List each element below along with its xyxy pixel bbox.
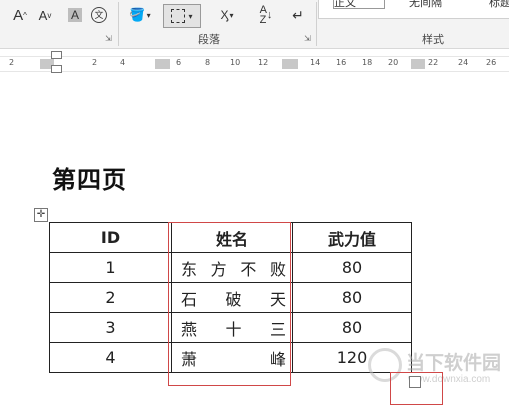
style-heading-label: 标题 [489, 0, 509, 9]
data-table[interactable]: ID 姓名 武力值 1 东 方 不 败 80 2 石 破 天 80 3 燕 十 … [49, 222, 412, 373]
show-marks-button[interactable]: ↵ [289, 4, 307, 26]
table-resize-handle-icon[interactable] [409, 376, 421, 388]
paragraph-group-label: 段落 [198, 33, 220, 46]
ruler-number: 8 [205, 58, 211, 67]
character-shading-icon: A [67, 8, 82, 22]
sort-button[interactable]: A Z ↓ [256, 4, 276, 26]
table-row: 2 石 破 天 80 [49, 282, 412, 313]
paragraph-dialog-launcher-icon[interactable]: ⇲ [304, 35, 312, 43]
ribbon-separator [316, 2, 317, 46]
table-row: 3 燕 十 三 80 [49, 312, 412, 343]
ruler-number: 2 [9, 58, 15, 67]
ruler-number: 20 [388, 58, 399, 67]
style-normal[interactable]: 正文 [333, 0, 385, 9]
name-char: 东 [181, 259, 198, 279]
cell-name[interactable]: 萧 峰 [171, 342, 293, 373]
watermark-text: 当下软件园 [406, 352, 502, 374]
ruler-number: 10 [230, 58, 241, 67]
ruler-number: 22 [428, 58, 439, 67]
first-line-indent-marker[interactable] [51, 51, 62, 59]
style-no-spacing-label: 无间隔 [409, 0, 442, 9]
page-heading[interactable]: 第四页 [52, 160, 127, 195]
text-direction-icon: Ӽ [220, 8, 229, 22]
ribbon: A ^ Av A 文 🪣 ▾ ▾ Ӽ ▾ A Z ↓ ↵ 段落 ⇲ ⇲ 正文 无间隔 标题… [0, 0, 509, 49]
ruler-number: 14 [310, 58, 321, 67]
shrink-font-icon: A [38, 7, 48, 23]
name-char: 萧 [181, 349, 198, 369]
ruler-number: 4 [120, 58, 126, 67]
style-normal-label: 正文 [334, 0, 356, 9]
cell-power[interactable]: 80 [292, 282, 412, 313]
cell-power[interactable]: 80 [292, 312, 412, 343]
style-heading[interactable]: 标题 [489, 0, 509, 12]
cell-name[interactable]: 东 方 不 败 [171, 252, 293, 283]
sort-az-icon: AZ [259, 4, 267, 26]
grow-font-button[interactable]: A ^ [10, 4, 30, 26]
name-char: 不 [240, 259, 257, 279]
cell-id[interactable]: 3 [49, 312, 172, 343]
table-header-row: ID 姓名 武力值 [49, 222, 412, 253]
styles-group-label: 样式 [422, 33, 444, 46]
cell-id[interactable]: 1 [49, 252, 172, 283]
text-direction-button[interactable]: Ӽ ▾ [213, 4, 241, 26]
cell-id[interactable]: 4 [49, 342, 172, 373]
name-char: 峰 [269, 349, 286, 369]
ruler-number: 26 [486, 58, 497, 67]
grow-font-icon: A [13, 6, 24, 24]
ruler-number: 6 [176, 58, 182, 67]
table-row: 4 萧 峰 120 [49, 342, 412, 373]
ruler-column-marker[interactable] [282, 59, 298, 69]
header-id[interactable]: ID [49, 222, 172, 253]
style-no-spacing[interactable]: 无间隔 [409, 0, 469, 12]
header-name[interactable]: 姓名 [171, 222, 293, 253]
name-char: 败 [269, 259, 286, 279]
shrink-font-button[interactable]: Av [36, 4, 54, 26]
name-char: 方 [210, 259, 227, 279]
header-power[interactable]: 武力值 [292, 222, 412, 253]
cell-power[interactable]: 80 [292, 252, 412, 283]
cell-name[interactable]: 燕 十 三 [171, 312, 293, 343]
name-char: 破 [225, 289, 242, 309]
name-char: 天 [269, 289, 286, 309]
horizontal-ruler[interactable]: 2 2 4 6 8 10 12 14 16 18 20 22 24 26 [0, 51, 509, 73]
hanging-indent-marker[interactable] [51, 65, 62, 73]
enclose-characters-icon: 文 [91, 7, 107, 23]
ruler-number: 12 [258, 58, 269, 67]
styles-gallery: 正文 无间隔 标题 [318, 0, 509, 19]
ribbon-separator [118, 2, 119, 46]
borders-button[interactable]: ▾ [163, 4, 201, 28]
cell-id[interactable]: 2 [49, 282, 172, 313]
table-row: 1 东 方 不 败 80 [49, 252, 412, 283]
name-char: 三 [269, 319, 286, 339]
character-shading-button[interactable]: A [66, 4, 84, 26]
borders-icon [171, 9, 186, 23]
enclose-characters-button[interactable]: 文 [90, 4, 108, 26]
ruler-number: 24 [458, 58, 469, 67]
table-move-handle-icon[interactable]: ✛ [34, 208, 48, 222]
ruler-column-marker[interactable] [155, 59, 170, 69]
name-char: 燕 [181, 319, 198, 339]
name-char: 石 [181, 289, 198, 309]
name-char: 十 [225, 319, 242, 339]
font-dialog-launcher-icon[interactable]: ⇲ [105, 35, 113, 43]
ruler-number: 16 [336, 58, 347, 67]
ruler-number: 2 [92, 58, 98, 67]
ruler-column-marker[interactable] [411, 59, 425, 69]
shading-button[interactable]: 🪣 ▾ [128, 4, 152, 26]
cell-name[interactable]: 石 破 天 [171, 282, 293, 313]
paragraph-mark-icon: ↵ [292, 6, 304, 23]
paint-bucket-icon: 🪣 [129, 7, 146, 22]
ruler-number: 18 [362, 58, 373, 67]
